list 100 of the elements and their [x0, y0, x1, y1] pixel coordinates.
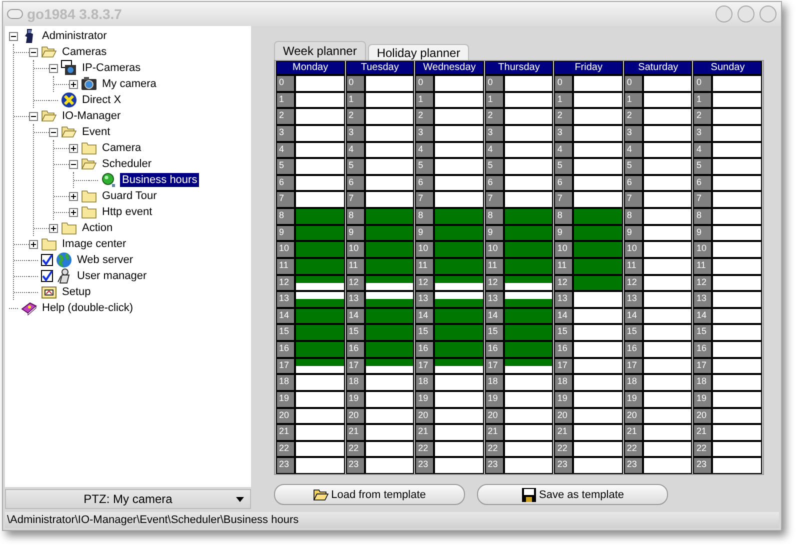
time-slot[interactable]	[713, 392, 762, 406]
tree-item[interactable]: Scheduler	[100, 157, 154, 171]
time-slot[interactable]	[713, 276, 762, 290]
expand-icon[interactable]	[69, 208, 78, 216]
save-template-button[interactable]: Save as template	[477, 484, 668, 505]
time-slot[interactable]	[644, 375, 692, 390]
time-slot[interactable]	[644, 292, 692, 307]
time-slot[interactable]	[644, 308, 692, 324]
time-slot[interactable]	[644, 342, 692, 357]
time-slot[interactable]	[574, 442, 622, 456]
time-slot[interactable]	[574, 126, 622, 140]
time-slot[interactable]	[504, 408, 552, 424]
collapse-icon[interactable]	[29, 48, 38, 56]
time-slot[interactable]	[644, 258, 692, 274]
time-slot[interactable]	[713, 442, 762, 456]
time-slot[interactable]	[504, 425, 552, 440]
time-slot[interactable]	[504, 142, 552, 158]
time-slot[interactable]	[644, 325, 692, 340]
time-slot[interactable]	[366, 425, 414, 440]
tree-item[interactable]: Image center	[60, 237, 128, 251]
time-slot[interactable]	[504, 392, 552, 406]
expand-icon[interactable]	[29, 240, 38, 248]
collapse-icon[interactable]	[49, 128, 58, 136]
time-slot[interactable]	[644, 159, 692, 174]
time-slot[interactable]	[574, 92, 622, 108]
time-slot[interactable]	[644, 176, 692, 190]
time-slot[interactable]	[366, 142, 414, 158]
time-slot[interactable]	[644, 358, 692, 374]
time-slot[interactable]	[296, 126, 344, 140]
time-slot[interactable]	[644, 458, 692, 473]
time-slot[interactable]	[435, 276, 483, 290]
time-slot[interactable]	[504, 176, 552, 190]
time-slot[interactable]	[296, 276, 344, 290]
time-slot[interactable]	[504, 159, 552, 174]
time-slot[interactable]	[504, 276, 552, 290]
time-slot[interactable]	[366, 458, 414, 473]
time-slot[interactable]	[504, 192, 552, 207]
time-slot[interactable]	[504, 442, 552, 456]
tree-item[interactable]: Event	[80, 125, 112, 139]
time-slot[interactable]	[366, 192, 414, 207]
time-slot[interactable]	[574, 358, 622, 374]
time-slot[interactable]	[296, 358, 344, 374]
time-slot[interactable]	[296, 442, 344, 456]
time-slot[interactable]	[366, 276, 414, 290]
tree-item[interactable]: User manager	[75, 269, 149, 283]
time-slot[interactable]	[713, 226, 762, 240]
time-slot[interactable]	[713, 408, 762, 424]
time-slot[interactable]	[366, 109, 414, 124]
time-slot[interactable]	[366, 126, 414, 140]
time-slot[interactable]	[435, 408, 483, 424]
tree-item[interactable]: Web server	[75, 253, 136, 267]
time-slot[interactable]	[713, 308, 762, 324]
time-slot[interactable]	[435, 442, 483, 456]
load-template-button[interactable]: Load from template	[274, 484, 465, 505]
time-slot[interactable]	[366, 159, 414, 174]
expand-icon[interactable]	[69, 80, 78, 88]
time-slot[interactable]	[435, 126, 483, 140]
time-slot[interactable]	[366, 358, 414, 374]
tree-item[interactable]: Cameras	[60, 45, 109, 59]
time-slot[interactable]	[644, 442, 692, 456]
time-slot[interactable]	[504, 126, 552, 140]
expand-icon[interactable]	[69, 192, 78, 200]
time-slot[interactable]	[644, 92, 692, 108]
tab[interactable]: Week planner	[274, 41, 366, 60]
time-slot[interactable]	[713, 358, 762, 374]
collapse-icon[interactable]	[29, 112, 38, 120]
time-slot[interactable]	[644, 142, 692, 158]
time-slot[interactable]	[574, 142, 622, 158]
time-slot[interactable]	[644, 209, 692, 224]
time-slot[interactable]	[574, 392, 622, 406]
time-slot[interactable]	[574, 176, 622, 190]
time-slot[interactable]	[435, 176, 483, 190]
tree-item[interactable]: Guard Tour	[100, 189, 159, 203]
time-slot[interactable]	[644, 226, 692, 240]
tree-item[interactable]: Business hours	[120, 173, 200, 187]
tree-item[interactable]: IP-Cameras	[80, 61, 143, 75]
time-slot[interactable]	[504, 109, 552, 124]
tree-item[interactable]: IO-Manager	[60, 109, 123, 123]
time-slot[interactable]	[435, 92, 483, 108]
ptz-dropdown[interactable]: PTZ: My camera	[5, 489, 251, 509]
time-slot[interactable]	[713, 142, 762, 158]
time-slot[interactable]	[644, 408, 692, 424]
tree-item[interactable]: Direct X	[80, 93, 124, 107]
time-slot[interactable]	[504, 76, 552, 91]
time-slot[interactable]	[644, 126, 692, 140]
tree-item[interactable]: Administrator	[40, 29, 109, 43]
expand-icon[interactable]	[69, 144, 78, 152]
tree-item[interactable]: Camera	[100, 141, 144, 155]
collapse-icon[interactable]	[49, 64, 58, 72]
time-slot[interactable]	[366, 392, 414, 406]
checkbox[interactable]	[41, 270, 53, 282]
tree-item[interactable]: Help (double-click)	[40, 301, 136, 315]
time-slot[interactable]	[366, 442, 414, 456]
time-slot[interactable]	[435, 142, 483, 158]
time-slot[interactable]	[504, 375, 552, 390]
time-slot[interactable]	[644, 242, 692, 257]
collapse-icon[interactable]	[69, 160, 78, 168]
time-slot[interactable]	[644, 192, 692, 207]
time-slot[interactable]	[644, 76, 692, 91]
tree-item[interactable]: Setup	[60, 285, 93, 299]
